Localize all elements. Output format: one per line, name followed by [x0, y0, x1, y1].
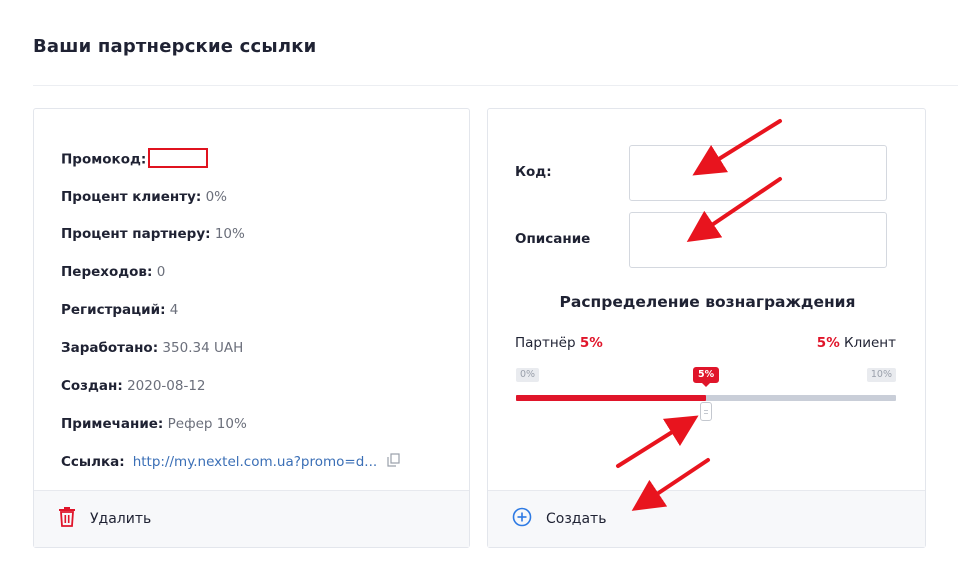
registrations-row: Регистраций: 4 — [61, 302, 178, 318]
description-input[interactable] — [629, 212, 887, 268]
delete-button[interactable]: Удалить — [34, 490, 469, 547]
registrations-value: 4 — [169, 302, 179, 318]
partner-share-label: Партнёр — [515, 335, 576, 351]
partner-percent-row: Процент партнеру: 10% — [61, 226, 245, 242]
referral-link[interactable]: http://my.nextel.com.ua?promo=d... — [133, 454, 377, 470]
title-divider — [33, 85, 958, 86]
create-link-card: Код: Описание Распределение вознагражден… — [487, 108, 926, 548]
partner-share-value: 5% — [579, 335, 603, 351]
visits-value: 0 — [156, 264, 166, 280]
copy-icon[interactable] — [387, 453, 401, 471]
note-label: Примечание: — [61, 416, 164, 432]
created-label: Создан: — [61, 378, 123, 394]
client-percent-label: Процент клиенту: — [61, 189, 202, 205]
earned-value: 350.34 UAH — [162, 340, 244, 356]
reward-slider-track[interactable] — [516, 395, 896, 401]
page-title: Ваши партнерские ссылки — [33, 36, 317, 57]
client-percent-value: 0% — [205, 189, 227, 205]
client-share-value: 5% — [816, 335, 840, 351]
reward-slider-fill — [516, 395, 706, 401]
promo-row: Промокод: — [61, 148, 209, 168]
note-row: Примечание: Рефер 10% — [61, 416, 247, 432]
code-label: Код: — [515, 164, 552, 180]
reward-slider-handle[interactable] — [700, 402, 712, 421]
link-row: Ссылка: http://my.nextel.com.ua?promo=d..… — [61, 453, 401, 471]
partner-percent-label: Процент партнеру: — [61, 226, 211, 242]
link-label: Ссылка: — [61, 454, 125, 470]
earned-row: Заработано: 350.34 UAH — [61, 340, 243, 356]
registrations-label: Регистраций: — [61, 302, 166, 318]
partner-percent-value: 10% — [214, 226, 245, 242]
description-label: Описание — [515, 231, 591, 247]
created-row: Создан: 2020-08-12 — [61, 378, 206, 394]
created-value: 2020-08-12 — [127, 378, 206, 394]
partner-link-card: Промокод: Процент клиенту: 0% Процент па… — [33, 108, 470, 548]
partner-share: Партнёр 5% — [515, 335, 603, 351]
trash-icon — [58, 507, 76, 531]
client-share-label: Клиент — [844, 335, 896, 351]
create-label: Создать — [546, 511, 607, 527]
slider-current-label: 5% — [693, 367, 720, 387]
slider-max-label: 10% — [866, 368, 896, 382]
promo-label: Промокод: — [61, 151, 147, 168]
code-input[interactable] — [629, 145, 887, 201]
slider-min-label: 0% — [516, 368, 540, 382]
earned-label: Заработано: — [61, 340, 159, 356]
client-share: 5% Клиент — [817, 335, 896, 351]
delete-label: Удалить — [90, 511, 152, 527]
note-value: Рефер 10% — [167, 416, 247, 432]
plus-circle-icon — [512, 507, 532, 531]
create-button[interactable]: Создать — [488, 490, 925, 547]
distribution-title: Распределение вознаграждения — [559, 293, 856, 311]
visits-row: Переходов: 0 — [61, 264, 165, 280]
client-percent-row: Процент клиенту: 0% — [61, 189, 227, 205]
promo-highlight-box — [148, 148, 209, 168]
visits-label: Переходов: — [61, 264, 153, 280]
